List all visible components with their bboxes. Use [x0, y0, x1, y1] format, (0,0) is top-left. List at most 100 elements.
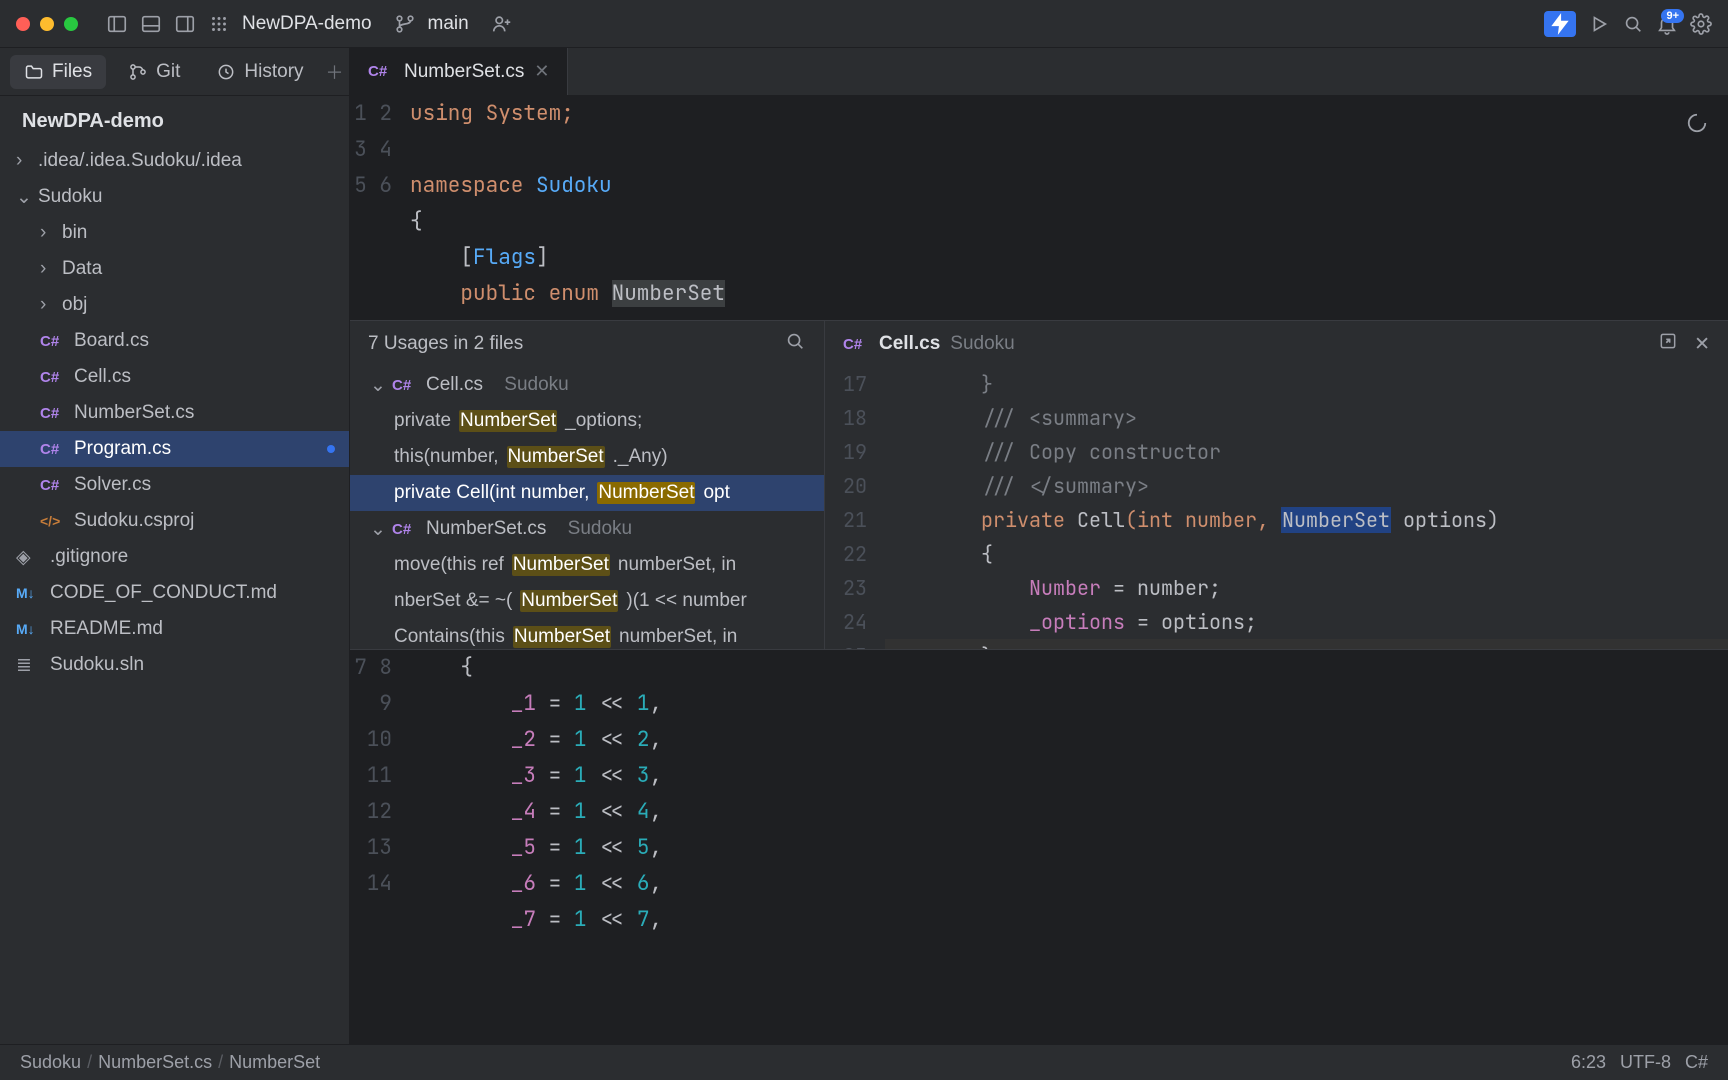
tree-file-program[interactable]: C#Program.cs — [0, 431, 349, 467]
csharp-icon: C# — [843, 336, 869, 353]
solution-icon: ≣ — [16, 654, 42, 677]
project-root-label[interactable]: NewDPA-demo — [0, 96, 349, 143]
gutter: 1 2 3 4 5 6 — [350, 96, 410, 320]
close-window-button[interactable] — [16, 17, 30, 31]
csharp-icon: C# — [40, 333, 66, 350]
tab-files-label: Files — [52, 61, 92, 83]
tree-file-gitignore[interactable]: ◈.gitignore — [0, 539, 349, 575]
window-controls — [16, 17, 78, 31]
usage-item[interactable]: Contains(this NumberSet numberSet, in — [350, 619, 824, 649]
preview-namespace: Sudoku — [950, 333, 1014, 355]
history-icon — [216, 62, 236, 82]
editor-tabs: C# NumberSet.cs ✕ — [350, 48, 1728, 96]
sidebar-left-icon[interactable] — [106, 13, 128, 35]
usage-item[interactable]: this(number, NumberSet._Any) — [350, 439, 824, 475]
code-editor-top[interactable]: 1 2 3 4 5 6 using System; namespace Sudo… — [350, 96, 1728, 320]
chevron-right-icon: › — [40, 222, 54, 244]
tree-file-sln[interactable]: ≣Sudoku.sln — [0, 647, 349, 683]
file-encoding[interactable]: UTF-8 — [1620, 1052, 1671, 1073]
csharp-icon: C# — [40, 441, 66, 458]
tree-file-solver[interactable]: C#Solver.cs — [0, 467, 349, 503]
usage-item-selected[interactable]: private Cell(int number, NumberSet opt — [350, 475, 824, 511]
tree-file-board[interactable]: C#Board.cs — [0, 323, 349, 359]
file-tree: ›.idea/.idea.Sudoku/.idea ⌄Sudoku ›bin ›… — [0, 143, 349, 1044]
chevron-right-icon: › — [40, 258, 54, 280]
status-bar: Sudoku/NumberSet.cs/NumberSet 6:23 UTF-8… — [0, 1044, 1728, 1080]
usage-item[interactable]: move(this ref NumberSet numberSet, in — [350, 547, 824, 583]
csharp-icon: C# — [40, 369, 66, 386]
apps-grid-icon[interactable] — [208, 13, 230, 35]
editor-tab-numberset[interactable]: C# NumberSet.cs ✕ — [350, 48, 568, 95]
tree-folder-bin[interactable]: ›bin — [0, 215, 349, 251]
chevron-down-icon: ⌄ — [370, 374, 384, 397]
csharp-icon: C# — [392, 521, 418, 538]
breadcrumbs[interactable]: Sudoku/NumberSet.cs/NumberSet — [20, 1052, 320, 1073]
notifications-icon[interactable]: 9+ — [1656, 13, 1678, 35]
chevron-down-icon: ⌄ — [16, 186, 30, 209]
settings-icon[interactable] — [1690, 13, 1712, 35]
usage-file-cell[interactable]: ⌄C#Cell.cs Sudoku — [350, 367, 824, 403]
tree-folder-data[interactable]: ›Data — [0, 251, 349, 287]
preview-file-name: Cell.cs — [879, 333, 940, 355]
tab-history-label: History — [244, 61, 303, 83]
csharp-icon: C# — [392, 377, 418, 394]
git-icon — [128, 62, 148, 82]
close-preview-icon[interactable]: ✕ — [1694, 333, 1710, 356]
vcs-branch-icon[interactable] — [394, 13, 416, 35]
minimize-window-button[interactable] — [40, 17, 54, 31]
run-button[interactable] — [1588, 13, 1610, 35]
cursor-position[interactable]: 6:23 — [1571, 1052, 1606, 1073]
tree-folder-idea[interactable]: ›.idea/.idea.Sudoku/.idea — [0, 143, 349, 179]
notification-badge: 9+ — [1661, 9, 1684, 23]
tree-file-numberset[interactable]: C#NumberSet.cs — [0, 395, 349, 431]
xml-icon: </> — [40, 513, 66, 529]
chevron-right-icon: › — [16, 150, 30, 172]
markdown-icon: M↓ — [16, 621, 42, 637]
usage-file-numberset[interactable]: ⌄C#NumberSet.cs Sudoku — [350, 511, 824, 547]
tab-files[interactable]: Files — [10, 55, 106, 89]
usages-title: 7 Usages in 2 files — [350, 321, 824, 367]
gitignore-icon: ◈ — [16, 546, 42, 569]
preview-code[interactable]: 17 18 19 20 21 22 23 24 25 } /// <summar… — [825, 367, 1728, 649]
tree-file-conduct[interactable]: M↓CODE_OF_CONDUCT.md — [0, 575, 349, 611]
chevron-right-icon: › — [40, 294, 54, 316]
csharp-icon: C# — [40, 405, 66, 422]
tab-git[interactable]: Git — [114, 55, 194, 89]
gutter: 17 18 19 20 21 22 23 24 25 — [825, 367, 885, 649]
usage-item[interactable]: nberSet &= ~(NumberSet)(1 << number — [350, 583, 824, 619]
editor-tab-label: NumberSet.cs — [404, 61, 524, 83]
tree-file-csproj[interactable]: </>Sudoku.csproj — [0, 503, 349, 539]
sidebar-tabs: Files Git History ＋ — [0, 48, 349, 96]
open-in-editor-icon[interactable] — [1658, 331, 1678, 357]
tree-folder-sudoku[interactable]: ⌄Sudoku — [0, 179, 349, 215]
branch-name[interactable]: main — [428, 13, 469, 35]
chevron-down-icon: ⌄ — [370, 518, 384, 541]
sidebar-right-icon[interactable] — [174, 13, 196, 35]
csharp-icon: C# — [368, 63, 394, 80]
tree-folder-obj[interactable]: ›obj — [0, 287, 349, 323]
gutter: 7 8 9 10 11 12 13 14 — [350, 650, 410, 1044]
tab-history[interactable]: History — [202, 55, 317, 89]
csharp-icon: C# — [40, 477, 66, 494]
ai-assistant-button[interactable] — [1544, 11, 1576, 37]
tree-file-readme[interactable]: M↓README.md — [0, 611, 349, 647]
loading-icon — [1686, 110, 1708, 146]
usage-item[interactable]: private NumberSet _options; — [350, 403, 824, 439]
search-icon[interactable] — [784, 330, 806, 358]
titlebar: NewDPA-demo main 9+ — [0, 0, 1728, 48]
add-tab-button[interactable]: ＋ — [326, 59, 344, 85]
tree-file-cell[interactable]: C#Cell.cs — [0, 359, 349, 395]
file-language[interactable]: C# — [1685, 1052, 1708, 1073]
maximize-window-button[interactable] — [64, 17, 78, 31]
folder-icon — [24, 62, 44, 82]
close-tab-button[interactable]: ✕ — [534, 61, 549, 82]
usage-preview: C# Cell.cs Sudoku ✕ 17 18 19 20 21 22 23… — [825, 321, 1728, 649]
sidebar-bottom-icon[interactable] — [140, 13, 162, 35]
tab-git-label: Git — [156, 61, 180, 83]
collaborator-add-icon[interactable] — [491, 13, 513, 35]
code-editor-bottom[interactable]: 7 8 9 10 11 12 13 14 { _1 = 1 << 1, _2 =… — [350, 650, 1728, 1044]
search-icon[interactable] — [1622, 13, 1644, 35]
usages-list: 7 Usages in 2 files ⌄C#Cell.cs Sudoku pr… — [350, 321, 825, 649]
project-sidebar: Files Git History ＋ NewDPA-demo ›.idea/.… — [0, 48, 350, 1044]
project-name[interactable]: NewDPA-demo — [242, 13, 372, 35]
